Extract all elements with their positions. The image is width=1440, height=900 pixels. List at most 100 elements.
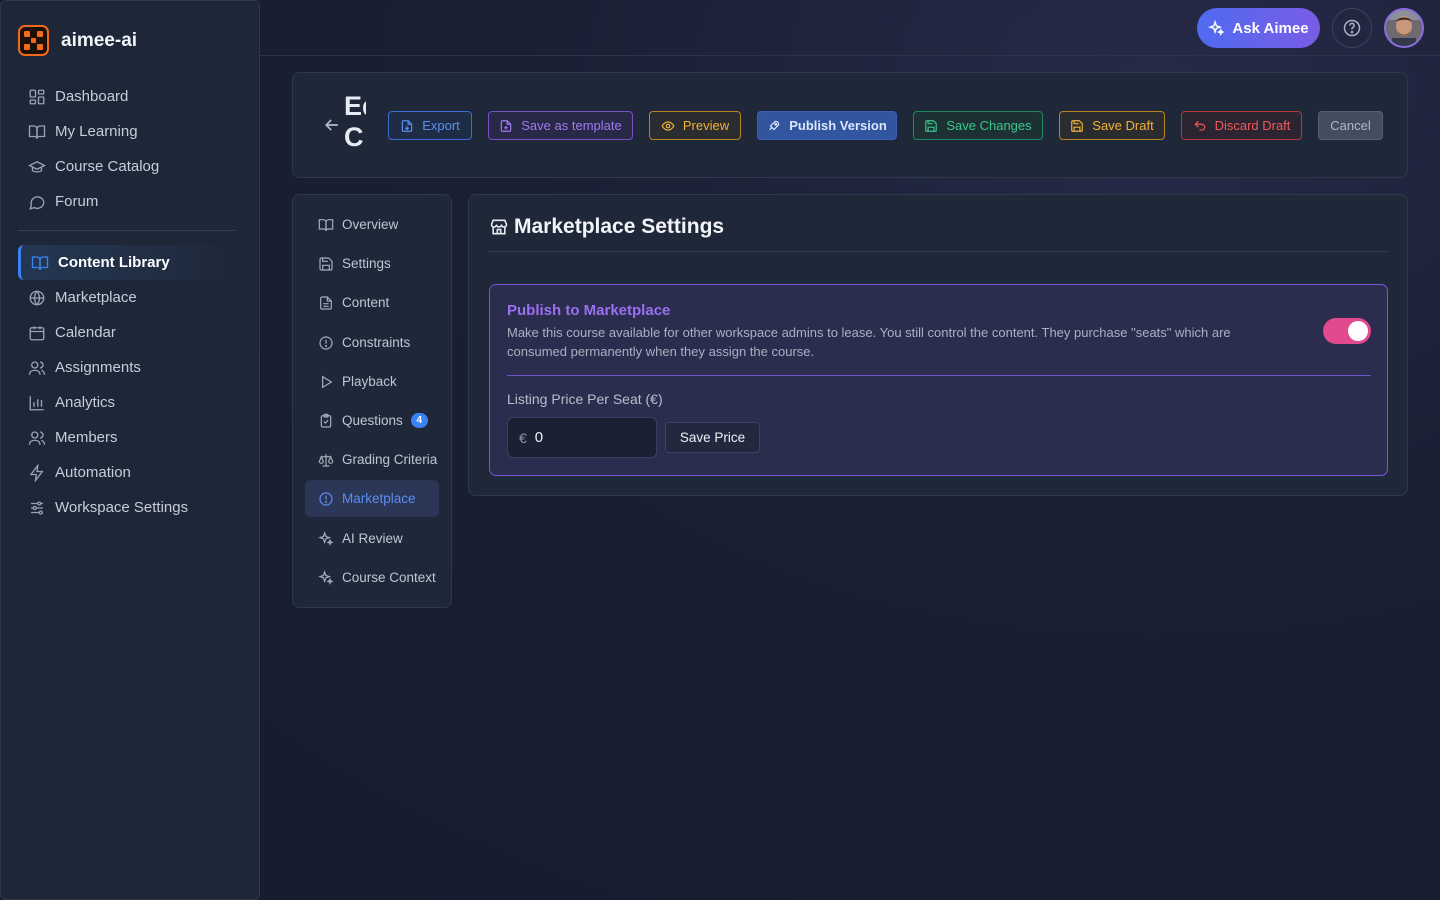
save-changes-button[interactable]: Save Changes xyxy=(913,111,1043,140)
nav-label: Members xyxy=(55,429,118,446)
nav-item-my-learning[interactable]: My Learning xyxy=(18,114,236,149)
nav-label: My Learning xyxy=(55,123,138,140)
save-disk-icon xyxy=(319,256,333,271)
file-export-icon xyxy=(401,119,413,132)
publish-toggle[interactable] xyxy=(1323,318,1371,344)
brand-logo-icon xyxy=(18,25,49,56)
back-button[interactable] xyxy=(322,115,342,135)
tab-label: Marketplace xyxy=(342,491,416,506)
discard-draft-label: Discard Draft xyxy=(1214,118,1291,133)
cancel-button[interactable]: Cancel xyxy=(1318,111,1383,140)
sparkles-icon xyxy=(318,530,334,546)
tab-marketplace[interactable]: Marketplace xyxy=(305,480,439,517)
sparkles-icon xyxy=(318,569,334,585)
tab-label: Overview xyxy=(342,217,399,232)
primary-nav: Dashboard My Learning Course Catalog For… xyxy=(18,79,236,219)
tab-label: Content xyxy=(342,295,390,310)
eye-icon xyxy=(661,120,675,131)
nav-label: Automation xyxy=(55,464,131,481)
nav-item-forum[interactable]: Forum xyxy=(18,184,236,219)
price-input[interactable]: € 0 xyxy=(507,417,657,458)
save-changes-label: Save Changes xyxy=(946,118,1032,133)
nav-item-course-catalog[interactable]: Course Catalog xyxy=(18,149,236,184)
tab-playback[interactable]: Playback xyxy=(305,363,439,400)
publish-title: Publish to Marketplace xyxy=(507,302,671,319)
tab-content[interactable]: Content xyxy=(305,284,439,321)
arrow-left-icon xyxy=(324,119,338,131)
tab-settings[interactable]: Settings xyxy=(305,245,439,282)
publish-version-button[interactable]: Publish Version xyxy=(757,111,897,140)
nav-item-members[interactable]: Members xyxy=(18,420,236,455)
preview-button[interactable]: Preview xyxy=(649,111,741,140)
nav-label: Assignments xyxy=(55,359,141,376)
tab-overview[interactable]: Overview xyxy=(305,206,439,243)
nav-item-workspace-settings[interactable]: Workspace Settings xyxy=(18,490,236,525)
nav-divider xyxy=(18,230,236,231)
save-as-template-button[interactable]: Save as template xyxy=(488,111,633,140)
undo-icon xyxy=(1194,120,1205,131)
globe-icon xyxy=(29,290,45,305)
section-title: Marketplace Settings xyxy=(489,215,724,239)
nav-item-automation[interactable]: Automation xyxy=(18,455,236,490)
questions-count-badge: 4 xyxy=(410,413,428,428)
tab-label: Questions xyxy=(342,413,403,428)
tab-constraints[interactable]: Constraints xyxy=(305,324,439,361)
tab-grading-criteria[interactable]: Grading Criteria xyxy=(305,441,439,478)
nav-item-dashboard[interactable]: Dashboard xyxy=(18,79,236,114)
export-label: Export xyxy=(422,118,460,133)
play-icon xyxy=(322,375,333,388)
graduation-cap-icon xyxy=(28,160,46,173)
marketplace-settings-card: Marketplace Settings Publish to Marketpl… xyxy=(468,194,1408,496)
save-price-button[interactable]: Save Price xyxy=(665,422,760,453)
alert-circle-icon xyxy=(319,491,333,506)
store-icon xyxy=(490,219,508,235)
sidebar: aimee-ai Dashboard My Learning Course Ca… xyxy=(0,0,260,900)
brand[interactable]: aimee-ai xyxy=(18,25,137,56)
nav-item-marketplace[interactable]: Marketplace xyxy=(18,280,236,315)
users-icon xyxy=(28,430,46,445)
book-open-icon xyxy=(31,255,49,270)
scale-icon xyxy=(318,453,334,467)
toggle-knob xyxy=(1348,321,1368,341)
course-editor-tabs: Overview Settings Content Constraints Pl… xyxy=(292,194,452,608)
nav-label: Workspace Settings xyxy=(55,499,189,516)
ask-aimee-label: Ask Aimee xyxy=(1232,19,1309,37)
cancel-label: Cancel xyxy=(1330,118,1371,133)
nav-item-calendar[interactable]: Calendar xyxy=(18,315,236,350)
nav-label: Marketplace xyxy=(55,289,137,306)
nav-label: Analytics xyxy=(55,394,116,411)
help-button[interactable] xyxy=(1332,8,1372,48)
nav-item-assignments[interactable]: Assignments xyxy=(18,350,236,385)
alert-circle-icon xyxy=(319,335,333,350)
section-title-text: Marketplace Settings xyxy=(514,215,725,238)
bar-chart-icon xyxy=(29,395,44,410)
users-icon xyxy=(28,360,46,375)
nav-item-analytics[interactable]: Analytics xyxy=(18,385,236,420)
chat-bubble-icon xyxy=(29,195,45,210)
price-value: 0 xyxy=(534,429,544,446)
publish-description: Make this course available for other wor… xyxy=(507,325,1231,359)
divider xyxy=(489,251,1388,252)
user-avatar[interactable] xyxy=(1384,8,1424,48)
tab-label: Settings xyxy=(342,256,391,271)
preview-label: Preview xyxy=(682,118,730,133)
tab-questions[interactable]: Questions 4 xyxy=(305,402,439,439)
nav-label: Calendar xyxy=(55,324,116,341)
export-button[interactable]: Export xyxy=(388,111,472,140)
clipboard-check-icon xyxy=(320,413,332,428)
tab-ai-review[interactable]: AI Review xyxy=(305,520,439,557)
publish-marketplace-panel: Publish to Marketplace Make this course … xyxy=(489,284,1388,476)
ask-aimee-button[interactable]: Ask Aimee xyxy=(1197,8,1320,48)
save-draft-button[interactable]: Save Draft xyxy=(1059,111,1165,140)
tab-label: Course Context xyxy=(342,570,436,585)
tab-label: Grading Criteria xyxy=(342,452,438,467)
save-as-template-label: Save as template xyxy=(521,118,622,133)
nav-label: Content Library xyxy=(58,254,170,271)
secondary-nav: Content Library Marketplace Calendar Ass… xyxy=(18,245,236,525)
brand-name: aimee-ai xyxy=(61,29,138,51)
tab-label: AI Review xyxy=(342,531,403,546)
publish-version-label: Publish Version xyxy=(789,118,887,133)
nav-item-content-library[interactable]: Content Library xyxy=(18,245,236,280)
discard-draft-button[interactable]: Discard Draft xyxy=(1181,111,1302,140)
tab-course-context[interactable]: Course Context xyxy=(305,559,439,596)
